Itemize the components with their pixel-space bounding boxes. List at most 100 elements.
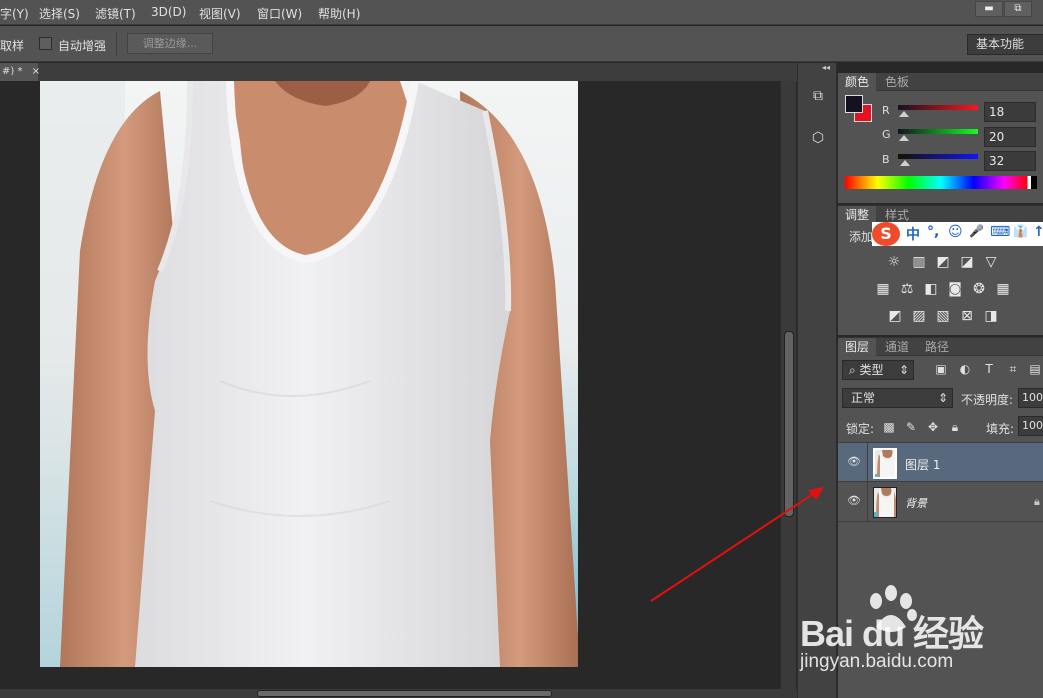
brightness-icon[interactable]: ☼ [886,254,902,270]
posterize-icon[interactable]: ▨ [911,308,927,324]
ime-skin-icon[interactable]: 👔 [1013,224,1028,238]
channel-r-slider[interactable] [898,105,978,110]
filter-shape-icon[interactable]: ⌗ [1006,362,1020,376]
3d-cube-icon[interactable]: ⬡ [807,127,829,149]
chevron-updown-icon: ⇕ [937,391,948,405]
close-icon[interactable]: × [32,66,40,77]
menu-3d[interactable]: 3D(D) [151,5,186,19]
threshold-icon[interactable]: ▧ [935,308,951,324]
lock-transparency-icon[interactable]: ▩ [882,420,896,434]
minimize-button[interactable]: ▬ [975,1,1003,17]
document-tab-bar: #) * × [0,63,797,81]
menu-filter[interactable]: 滤镜(T) [95,5,136,22]
watermark-url: jingyan.baidu.com [800,651,954,672]
ime-voice-icon[interactable]: 🎤 [969,224,984,238]
channel-r-value[interactable]: 18 [984,102,1036,122]
visibility-toggle[interactable]: 👁︎ [838,482,868,522]
fill-field[interactable]: 100% [1018,416,1043,436]
search-icon: ⌕ [849,363,860,377]
document-image [40,81,578,667]
visibility-toggle[interactable]: 👁︎ [838,443,868,483]
channel-b-slider[interactable] [898,154,978,159]
auto-enhance-checkbox[interactable] [39,37,52,50]
channel-r-handle[interactable] [899,111,909,117]
layer-name[interactable]: 背景 [905,495,927,511]
channel-g-label: G [882,128,891,141]
vibrance-icon[interactable]: ▽ [983,254,999,270]
channel-b-value[interactable]: 32 [984,151,1036,171]
ime-emoji-icon[interactable]: ☺ [948,224,963,240]
gradient-map-icon[interactable]: ◨ [983,308,999,324]
exposure-icon[interactable]: ◪ [959,254,975,270]
blend-mode-label: 正常 [851,391,876,405]
workspace-select[interactable]: 基本功能 [967,34,1043,55]
opacity-field[interactable]: 100% [1018,388,1043,408]
color-panel: 颜色 色板 R 18 G 20 B 32 [838,73,1043,203]
tab-color[interactable]: 颜色 [838,73,877,91]
refine-edge-button[interactable]: 调整边缘... [127,33,213,54]
selective-color-icon[interactable]: ⊠ [959,308,975,324]
filter-pixel-icon[interactable]: ▣ [934,362,948,376]
chevron-updown-icon: ⇕ [898,363,909,377]
history-icon[interactable]: ⧉ [807,85,829,107]
channel-b-handle[interactable] [900,160,910,166]
color-spectrum-bar[interactable] [845,176,1037,189]
color-lookup-icon[interactable]: ▦ [995,281,1011,297]
ime-keyboard-icon[interactable]: ⌨ [990,224,1010,240]
tab-adjustments[interactable]: 调整 [838,206,877,224]
balance-icon[interactable]: ⚖ [899,281,915,297]
lock-position-icon[interactable]: ✥ [926,420,940,434]
menu-view[interactable]: 视图(V) [199,5,241,22]
layer-thumbnail [873,487,897,518]
tab-layers[interactable]: 图层 [838,338,877,356]
opacity-label: 不透明度: [961,393,1014,407]
levels-icon[interactable]: ▥ [911,254,927,270]
filter-adjustment-icon[interactable]: ◐ [958,362,972,376]
sample-label: 取样 [0,39,25,53]
channel-g-slider[interactable] [898,129,978,134]
black-white-icon[interactable]: ◧ [923,281,939,297]
lock-all-icon[interactable]: 🔒︎ [948,420,962,434]
menu-window[interactable]: 窗口(W) [257,5,302,22]
layers-panel-tabs: 图层 通道 路径 [838,338,1043,356]
horizontal-scrollbar[interactable] [0,689,797,698]
curves-icon[interactable]: ◩ [935,254,951,270]
foreground-color-swatch[interactable] [845,95,863,113]
restore-button[interactable]: ⧉ [1004,1,1032,17]
ime-punctuation-icon[interactable]: °, [927,224,939,240]
eye-icon[interactable]: 👁︎ [847,455,861,469]
menu-help[interactable]: 帮助(H) [318,5,360,22]
tab-swatches[interactable]: 色板 [878,73,916,91]
layer-name[interactable]: 图层 1 [905,456,940,473]
sogou-logo-icon[interactable]: S [872,222,900,246]
channel-g-handle[interactable] [899,135,909,141]
layer-filter-select[interactable]: ⌕ 类型 ⇕ [842,360,914,380]
menu-select[interactable]: 选择(S) [39,5,80,22]
filter-smart-icon[interactable]: ▤ [1028,362,1042,376]
collapse-icon[interactable]: ◂◂ [822,63,830,72]
filter-type-icon[interactable]: T [982,362,996,376]
ime-chinese-icon[interactable]: 中 [906,224,920,244]
document-tab[interactable]: #) * × [0,63,40,81]
layer-row[interactable]: 👁︎ 背景 🔒︎ [838,482,1043,522]
lock-pixels-icon[interactable]: ✎ [904,420,918,434]
lock-icon: 🔒︎ [1034,495,1040,508]
ime-more-icon[interactable]: ↑ [1033,224,1043,240]
photo-filter-icon[interactable]: ◙ [947,281,963,297]
tab-channels[interactable]: 通道 [878,338,916,356]
tab-paths[interactable]: 路径 [918,338,956,356]
channel-mixer-icon[interactable]: ❂ [971,281,987,297]
horizontal-scroll-thumb[interactable] [257,690,552,697]
blend-mode-select[interactable]: 正常 ⇕ [842,388,953,408]
eye-icon[interactable]: 👁︎ [847,494,861,508]
menu-type[interactable]: 字(Y) [0,5,29,22]
layer-row[interactable]: 👁︎ 图层 1 [838,442,1043,483]
fill-label: 填充: [986,422,1015,436]
baidu-watermark: Bai du 经验 jingyan.baidu.com [800,585,1043,685]
tank-top-photo [40,81,578,667]
invert-icon[interactable]: ◩ [887,308,903,324]
options-divider [116,32,117,56]
hue-icon[interactable]: ▦ [875,281,891,297]
lock-label: 锁定: [846,422,875,436]
channel-g-value[interactable]: 20 [984,127,1036,147]
